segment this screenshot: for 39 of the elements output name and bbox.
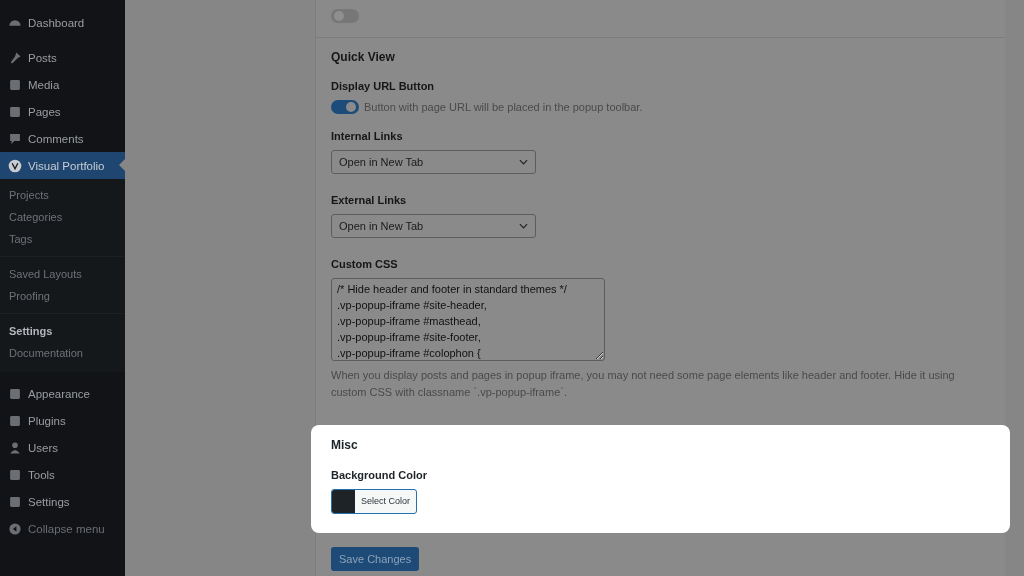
submenu-item[interactable]: Saved Layouts xyxy=(0,263,125,285)
chevron-down-icon xyxy=(519,223,528,229)
field-label: Display URL Button xyxy=(331,80,436,92)
menu-item[interactable]: Pages xyxy=(0,98,125,125)
save-button[interactable]: Save Changes xyxy=(331,547,420,571)
dropdown[interactable]: Open in New Tab xyxy=(331,214,536,238)
css-textarea[interactable]: /* Hide header and footer in standard themes */ .vp-popup-iframe #site-header, .vp-popup-iframe #masthead, .vp-popup-iframe #site-footer, .vp-popup-iframe #colophon { xyxy=(331,278,605,361)
field-label: Background Color xyxy=(331,469,428,481)
help-text: Button with page URL will be placed in the popup toolbar. xyxy=(364,101,643,113)
menu-item[interactable]: Users xyxy=(0,434,125,461)
submenu-item[interactable]: Categories xyxy=(0,206,125,228)
dropdown[interactable]: Open in New Tab xyxy=(331,150,536,174)
menu-item[interactable]: Appearance xyxy=(0,380,125,407)
submenu-item[interactable]: Tags xyxy=(0,228,125,250)
menu-item[interactable]: Dashboard xyxy=(0,9,125,36)
submenu-item[interactable]: Settings xyxy=(0,320,125,342)
menu-item[interactable]: Tools xyxy=(0,461,125,488)
letter-circle-icon xyxy=(8,158,22,173)
menu-item[interactable]: Plugins xyxy=(0,407,125,434)
menu-item[interactable]: Collapse menu xyxy=(0,515,125,542)
help-text: When you display posts and pages in popup iframe, you may not need some page elements like header and footer. Hide it using custom CSS with classname `.vp-popup-iframe`. xyxy=(331,368,956,400)
submenu-item[interactable]: Documentation xyxy=(0,342,125,364)
collapse-icon xyxy=(8,521,22,536)
section-title: Quick View xyxy=(331,50,396,64)
toggle-switch[interactable] xyxy=(331,9,359,23)
field-label: Custom CSS xyxy=(331,258,399,270)
menu-item[interactable]: Comments xyxy=(0,125,125,152)
field-label: Internal Links xyxy=(331,130,404,142)
submenu-item[interactable]: Projects xyxy=(0,184,125,206)
menu-item[interactable]: Media xyxy=(0,71,125,98)
submenu-item[interactable]: Proofing xyxy=(0,285,125,307)
field-label: External Links xyxy=(331,194,408,206)
menu-item[interactable]: Settings xyxy=(0,488,125,515)
menu-item[interactable]: Posts xyxy=(0,44,125,71)
toggle-switch[interactable] xyxy=(331,100,359,114)
chevron-down-icon xyxy=(519,159,528,165)
section-title: Misc xyxy=(331,438,359,452)
color-picker-button[interactable]: Select Color xyxy=(331,489,418,514)
menu-item[interactable]: Visual Portfolio xyxy=(0,152,125,179)
